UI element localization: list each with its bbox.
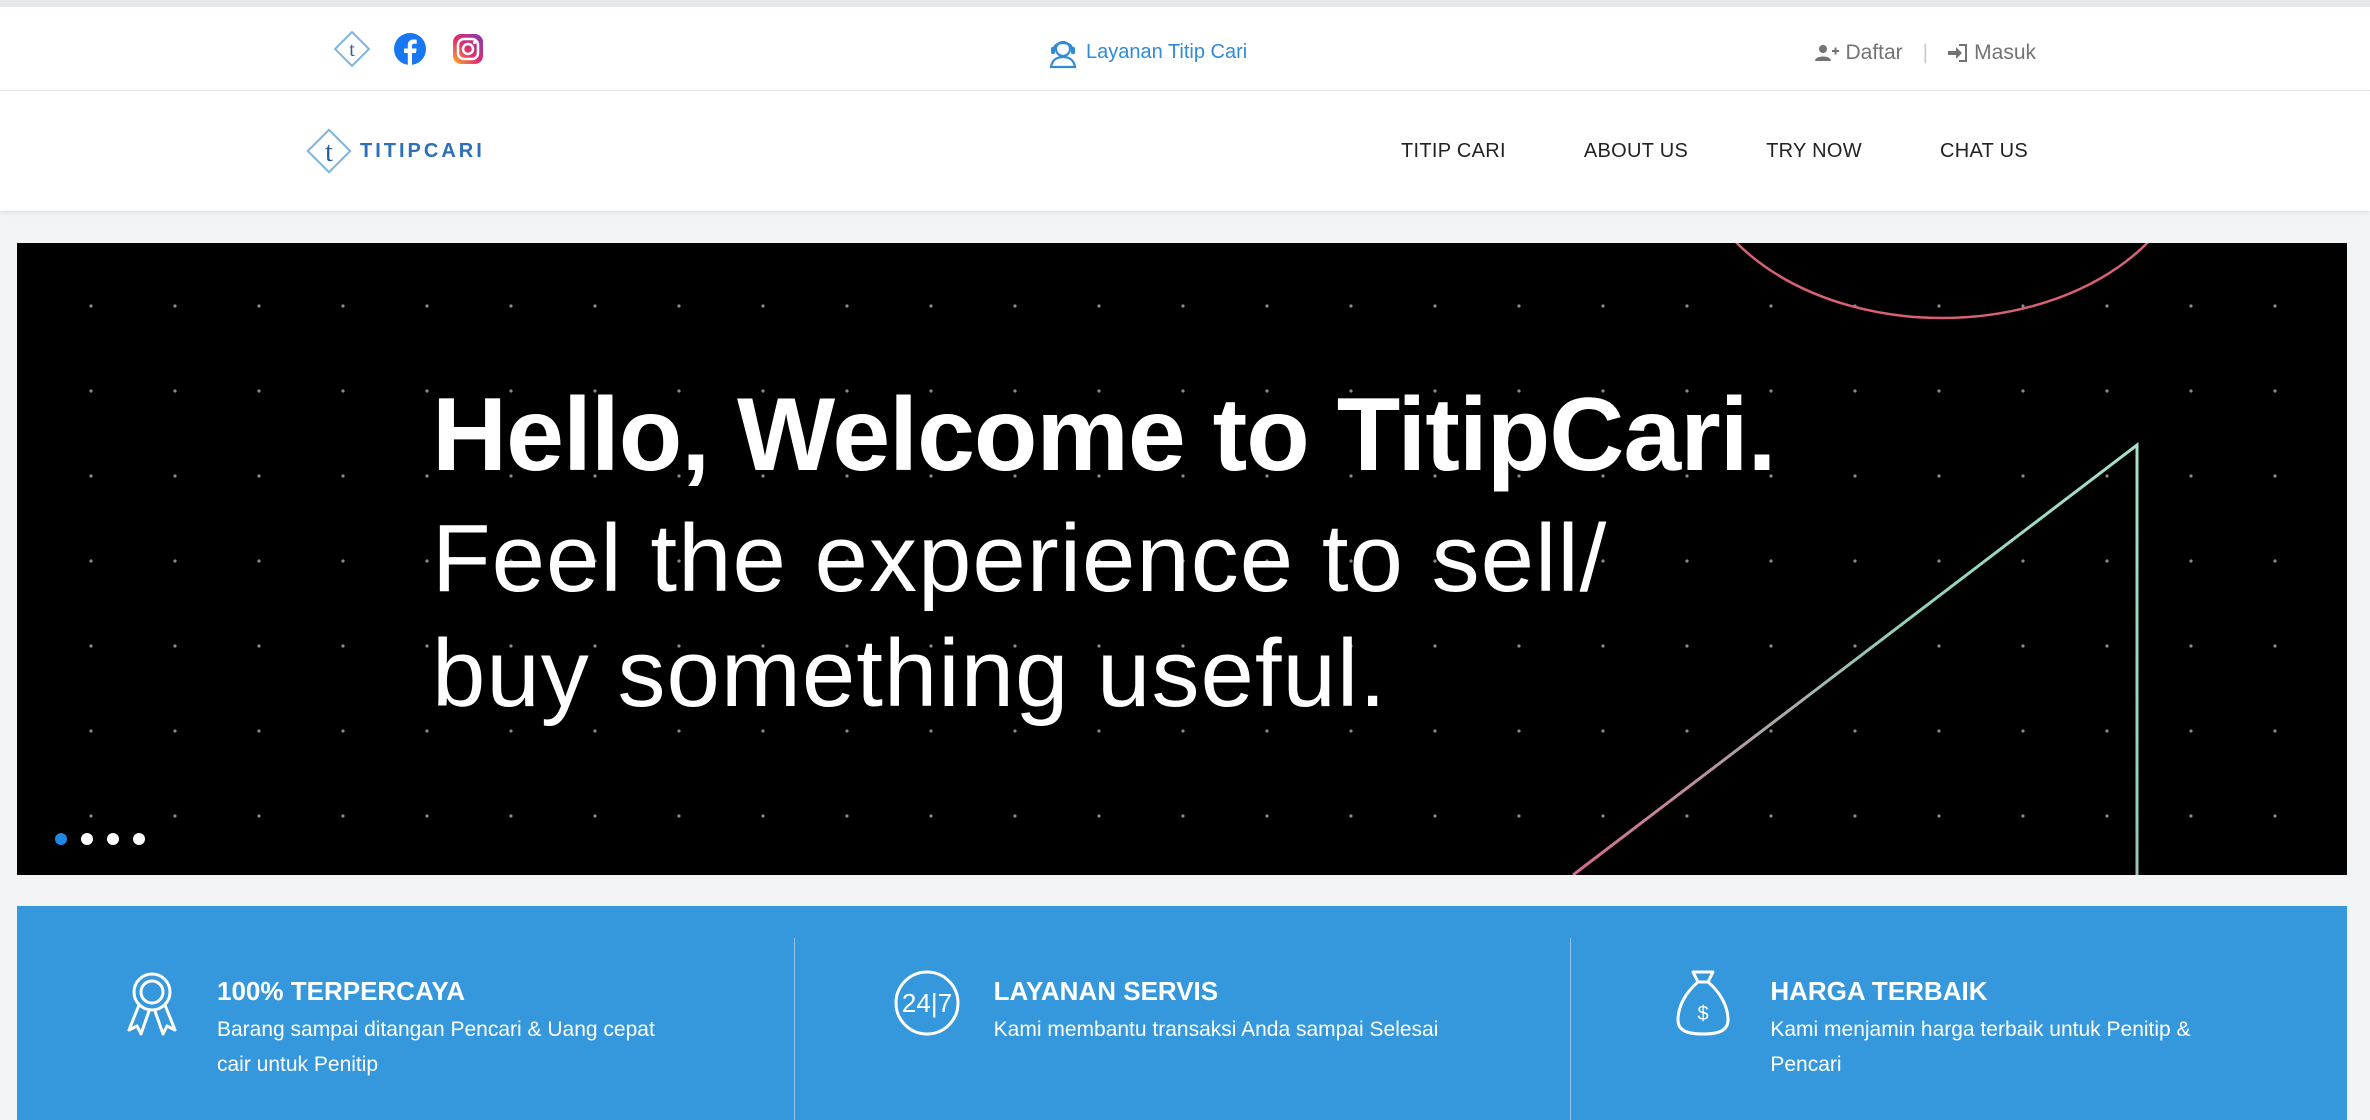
feature-trusted: 100% TERPERCAYA Barang sampai ditangan P… — [17, 906, 794, 1120]
brand-logo[interactable]: t TITIPCARI — [302, 119, 485, 183]
award-ribbon-icon — [127, 972, 177, 1036]
hero-headline: Hello, Welcome to TitipCari. Feel the ex… — [432, 383, 1776, 731]
social-links: t — [332, 29, 506, 69]
nav-item-chat-us[interactable]: CHAT US — [1940, 140, 2028, 163]
login-link[interactable]: Masuk — [1948, 41, 2036, 65]
hero-slider: Hello, Welcome to TitipCari. Feel the ex… — [17, 243, 2347, 875]
feature-title: LAYANAN SERVIS — [993, 976, 1219, 1006]
svg-text:t: t — [349, 39, 355, 61]
slider-indicators — [55, 833, 159, 845]
feature-title: HARGA TERBAIK — [1770, 976, 1988, 1006]
user-plus-icon — [1815, 45, 1840, 61]
nav-item-about-us[interactable]: ABOUT US — [1584, 140, 1688, 163]
slider-dot-1[interactable] — [55, 833, 67, 845]
customer-service-icon — [1049, 40, 1077, 69]
register-link[interactable]: Daftar — [1815, 41, 1903, 65]
slider-dot-3[interactable] — [107, 833, 119, 845]
nav-item-titip-cari[interactable]: TITIP CARI — [1401, 140, 1506, 163]
auth-links: Daftar | Masuk — [1815, 33, 2036, 73]
slider-dot-2[interactable] — [81, 833, 93, 845]
service-link-label: Layanan Titip Cari — [1086, 40, 1248, 63]
feature-service: 24|7 LAYANAN SERVIS Kami membantu transa… — [793, 906, 1571, 1120]
login-label: Masuk — [1974, 41, 2036, 64]
feature-description: Barang sampai ditangan Pencari & Uang ce… — [217, 1018, 655, 1076]
top-bar: t Layanan Titip Cari Daftar | Masuk — [0, 7, 2370, 91]
instagram-icon[interactable] — [448, 29, 488, 69]
service-link[interactable]: Layanan Titip Cari — [1046, 32, 1247, 72]
nav-item-try-now[interactable]: TRY NOW — [1766, 140, 1862, 163]
nav-menu: TITIP CARI ABOUT US TRY NOW CHAT US — [1323, 91, 2028, 211]
money-bag-icon: $ — [1676, 970, 1730, 1036]
features-strip: 100% TERPERCAYA Barang sampai ditangan P… — [17, 906, 2347, 1120]
24-7-icon: 24|7 — [894, 970, 960, 1036]
register-label: Daftar — [1845, 41, 1903, 64]
feature-description: Kami menjamin harga terbaik untuk Peniti… — [1770, 1018, 2191, 1076]
svg-text:24|7: 24|7 — [902, 988, 952, 1018]
slider-dot-4[interactable] — [133, 833, 145, 845]
top-border — [0, 0, 2370, 7]
hero-title: Hello, Welcome to TitipCari. — [432, 377, 1776, 493]
titipcari-logo-icon[interactable]: t — [332, 29, 372, 69]
brand-name: TITIPCARI — [360, 139, 485, 162]
feature-description: Kami membantu transaksi Anda sampai Sele… — [993, 1018, 1439, 1041]
hero-subtitle-line2: buy something useful. — [432, 620, 1387, 728]
svg-text:t: t — [325, 137, 333, 168]
facebook-icon[interactable] — [390, 29, 430, 69]
titipcari-logo-icon: t — [306, 128, 352, 174]
auth-separator: | — [1922, 41, 1929, 64]
feature-title: 100% TERPERCAYA — [217, 976, 466, 1006]
feature-best-price: $ HARGA TERBAIK Kami menjamin harga terb… — [1570, 906, 2347, 1120]
svg-text:$: $ — [1698, 1003, 1709, 1025]
main-navbar: t TITIPCARI TITIP CARI ABOUT US TRY NOW … — [0, 91, 2370, 211]
sign-in-icon — [1948, 44, 1968, 62]
hero-subtitle-line1: Feel the experience to sell/ — [432, 505, 1608, 612]
